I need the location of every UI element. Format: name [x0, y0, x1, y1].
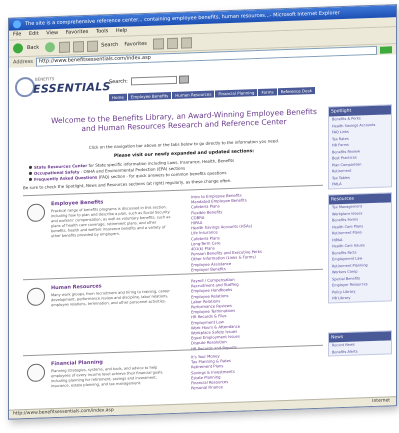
bullet-icon	[29, 165, 32, 169]
logo-ring-icon	[15, 76, 35, 98]
sidebar-link[interactable]: Benefits Alerts	[329, 347, 391, 356]
search-input[interactable]	[130, 75, 177, 86]
nav-financial-planning[interactable]: Financial Planning	[215, 89, 258, 98]
status-text: http://www.benefitsessentials.com/index.…	[13, 408, 114, 417]
section-title[interactable]: Financial Planning	[51, 359, 103, 367]
dollar-icon	[27, 363, 45, 383]
go-button[interactable]	[380, 45, 392, 54]
sidebar-link[interactable]: FMLA	[329, 179, 391, 188]
people-icon	[27, 287, 45, 307]
search-button-label[interactable]: Search	[101, 42, 118, 49]
section-links: It's Your Money Tax Planning & Rates Ret…	[191, 350, 321, 391]
security-zone: Internet	[372, 398, 390, 405]
home-icon[interactable]	[87, 40, 99, 52]
section-links: Intro to Employee Benefits Mandated Empl…	[191, 190, 321, 273]
site-search: Search:	[109, 75, 189, 86]
print-icon[interactable]	[180, 36, 192, 49]
refresh-icon[interactable]	[73, 40, 85, 52]
search-go-button[interactable]	[178, 75, 189, 84]
stop-icon[interactable]	[59, 41, 71, 53]
history-icon[interactable]	[152, 37, 164, 50]
logo-small-text: BENEFITS	[35, 76, 55, 82]
menu-help[interactable]: Help	[116, 28, 127, 34]
site-logo[interactable]: BENEFITS ESSENTIALS	[15, 73, 111, 99]
menu-favorites[interactable]: Favorites	[66, 29, 89, 36]
site-nav: Home Employee Benefits Human Resources F…	[109, 87, 316, 102]
section-text: Planning strategies, systems, and tools,…	[51, 365, 164, 389]
favorites-button-label[interactable]: Favorites	[124, 41, 147, 48]
bullet-icon	[29, 171, 32, 175]
menu-tools[interactable]: Tools	[96, 28, 108, 34]
logo-big-text: ESSENTIALS	[33, 80, 111, 96]
welcome-heading: Welcome to the Benefits Library, an Awar…	[51, 106, 317, 134]
nav-reference-desk[interactable]: Reference Desk	[277, 87, 315, 96]
sidebar-news: News Recent News Benefits Alerts	[328, 330, 392, 357]
nav-forms[interactable]: Forms	[258, 88, 277, 96]
menu-file[interactable]: File	[13, 31, 21, 37]
page-content: BENEFITS ESSENTIALS Search: Home Employe…	[9, 54, 396, 413]
menu-edit[interactable]: Edit	[29, 31, 39, 37]
nav-home[interactable]: Home	[109, 93, 127, 102]
mail-icon[interactable]	[166, 37, 178, 49]
search-label: Search:	[109, 78, 128, 86]
nav-human-resources[interactable]: Human Resources	[172, 90, 215, 99]
screenshot-perspective: The site is a comprehensive reference ce…	[0, 0, 399, 433]
section-title[interactable]: Human Resources	[51, 283, 102, 291]
sidebar-resources: Resources Tax Management Workplace Issue…	[328, 192, 392, 304]
address-label: Address	[13, 58, 33, 66]
ie-logo-icon	[13, 20, 21, 29]
back-arrow-icon[interactable]	[13, 43, 23, 54]
bullet-icon	[29, 177, 32, 181]
section-human-resources: Human Resources Many work groups, from r…	[23, 268, 323, 355]
umbrella-icon	[27, 203, 45, 223]
section-text: Many work groups, from recruitment and h…	[51, 289, 170, 308]
sidebar-link[interactable]: HR Library	[329, 293, 391, 302]
menu-view[interactable]: View	[46, 30, 58, 36]
update-link[interactable]: Frequently Asked Questions	[34, 175, 97, 182]
sidebar-spotlight: Spotlight Benefits & Perks Health Saving…	[328, 104, 392, 190]
back-label[interactable]: Back	[27, 45, 39, 51]
section-links: Payroll / Compensation Recruitment and S…	[191, 274, 321, 351]
forward-arrow-icon[interactable]	[45, 42, 56, 53]
section-text: Practical range of benefits programs is …	[51, 205, 171, 239]
browser-window: The site is a comprehensive reference ce…	[8, 4, 397, 420]
section-employee-benefits: Employee Benefits Practical range of ben…	[23, 184, 323, 279]
nav-employee-benefits[interactable]: Employee Benefits	[127, 92, 172, 101]
section-title[interactable]: Employee Benefits	[51, 199, 103, 207]
